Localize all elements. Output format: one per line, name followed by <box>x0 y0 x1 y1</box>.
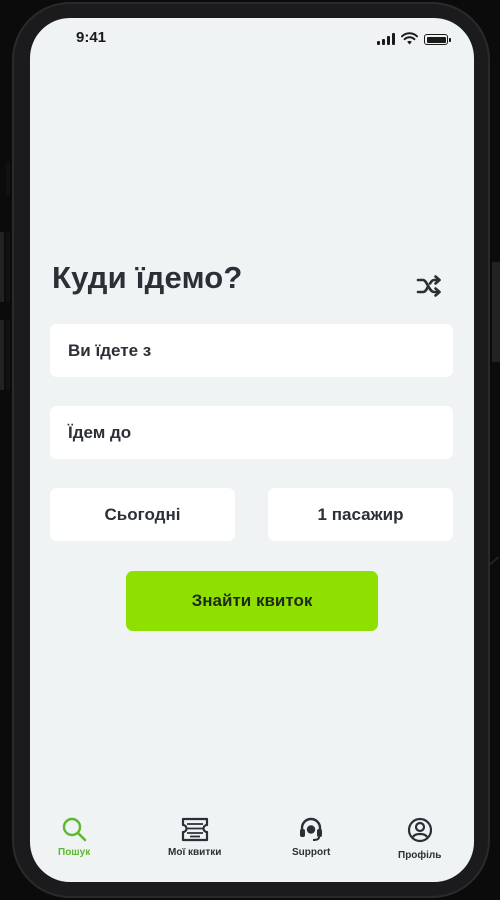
volume-down-button <box>6 320 10 390</box>
stage: 9:41 Куди їдемо? Ви їдете з Їдем до Сьог… <box>0 0 500 900</box>
find-ticket-button[interactable]: Знайти квиток <box>126 571 378 631</box>
wifi-icon <box>401 32 418 45</box>
volume-up-button <box>6 232 10 302</box>
shuffle-icon <box>416 275 441 297</box>
search-icon <box>62 817 87 842</box>
signal-icon <box>377 33 395 45</box>
tab-support[interactable]: Support <box>292 817 330 858</box>
status-icons <box>377 31 451 45</box>
shuffle-button[interactable] <box>414 273 444 299</box>
status-bar: 9:41 <box>30 18 474 62</box>
app-screen: 9:41 Куди їдемо? Ви їдете з Їдем до Сьог… <box>30 18 474 882</box>
tab-profile[interactable]: Профіль <box>398 817 441 861</box>
background-line <box>488 556 500 566</box>
tab-my-tickets-label: Мої квитки <box>168 847 222 858</box>
page-title: Куди їдемо? <box>52 260 243 295</box>
mute-switch <box>6 162 10 196</box>
passengers-value: 1 пасажир <box>317 504 404 524</box>
passengers-select[interactable]: 1 пасажир <box>268 488 453 541</box>
headset-icon <box>300 817 323 841</box>
from-field-placeholder: Ви їдете з <box>68 340 152 360</box>
to-field[interactable]: Їдем до <box>50 406 453 459</box>
date-value: Сьогодні <box>104 504 181 524</box>
background-line <box>0 320 4 390</box>
tab-my-tickets[interactable]: Мої квитки <box>168 817 221 858</box>
tab-search-label: Пошук <box>58 847 91 858</box>
battery-icon <box>424 34 451 45</box>
background-line <box>492 262 500 362</box>
profile-icon <box>407 817 432 843</box>
from-field[interactable]: Ви їдете з <box>50 324 453 377</box>
ticket-icon <box>181 817 208 842</box>
tab-support-label: Support <box>292 847 331 858</box>
bottom-tab-bar: Пошук Мої квитки Support Профіль <box>30 808 474 878</box>
date-select[interactable]: Сьогодні <box>50 488 235 541</box>
status-time: 9:41 <box>76 29 107 46</box>
tab-profile-label: Профіль <box>398 850 442 861</box>
tab-search[interactable]: Пошук <box>58 816 90 858</box>
to-field-placeholder: Їдем до <box>68 422 132 442</box>
background-line <box>0 232 4 302</box>
